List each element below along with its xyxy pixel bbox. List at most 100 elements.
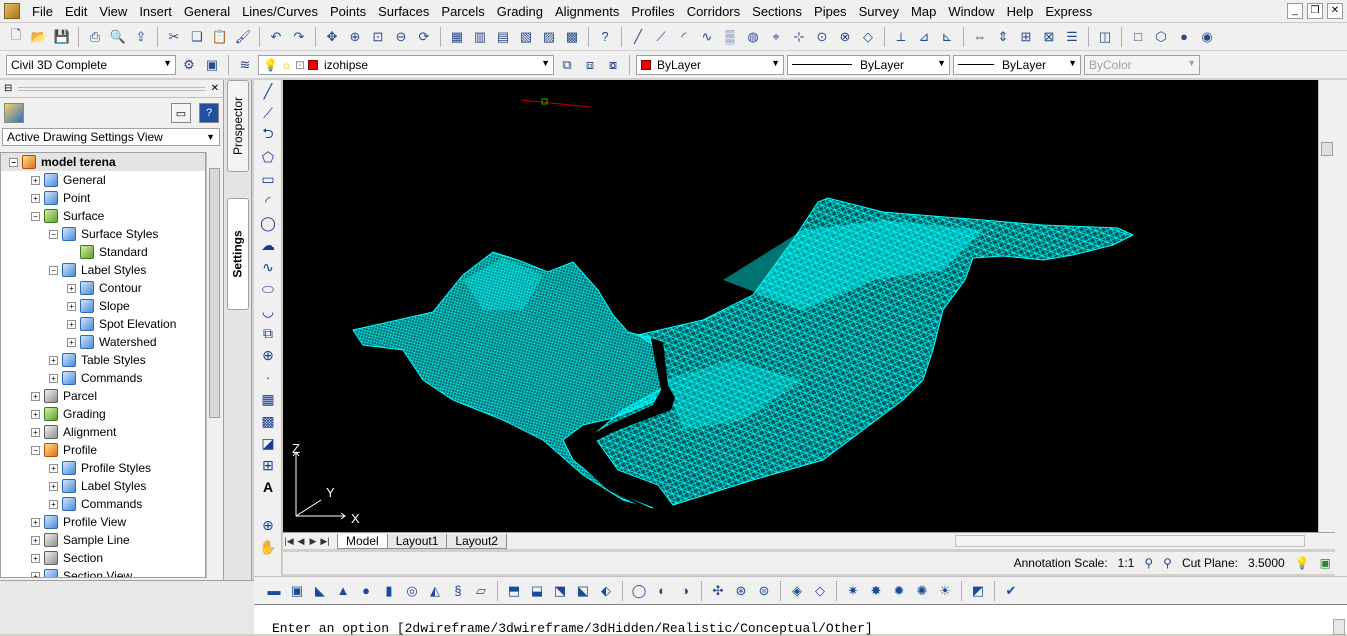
multiline-text-icon[interactable]: A — [257, 476, 279, 498]
menu-parcels[interactable]: Parcels — [435, 0, 490, 23]
expand-icon[interactable]: + — [49, 481, 58, 491]
intersect-icon[interactable]: ◑ — [675, 581, 695, 601]
cone-icon[interactable]: ▲ — [333, 581, 353, 601]
drawing-viewport[interactable]: Z Y X — [283, 80, 1318, 532]
helix-icon[interactable]: § — [448, 581, 468, 601]
expand-icon[interactable]: + — [31, 193, 40, 203]
torus-icon[interactable]: ◎ — [402, 581, 422, 601]
revision-cloud-icon[interactable]: ☁ — [257, 234, 279, 256]
zoom-realtime-icon[interactable]: ⊕ — [345, 27, 365, 47]
menu-pipes[interactable]: Pipes — [808, 0, 853, 23]
menu-view[interactable]: View — [93, 0, 133, 23]
view-top-icon[interactable]: □ — [1128, 27, 1148, 47]
expand-icon[interactable]: + — [31, 517, 40, 527]
dimension-icon[interactable]: ⇔ — [970, 27, 990, 47]
view-select[interactable]: Active Drawing Settings View ▼ — [2, 128, 220, 146]
scroll-thumb[interactable] — [209, 168, 220, 418]
workspace-settings-icon[interactable]: ⚙ — [179, 55, 199, 75]
box-icon[interactable]: ▣ — [287, 581, 307, 601]
snap-center-icon[interactable]: ⊙ — [812, 27, 832, 47]
next-tab-icon[interactable]: ▶ — [307, 536, 319, 547]
toolspace-icon[interactable] — [4, 103, 24, 123]
layer-select[interactable]: 💡 ☼ ⊡ izohipse ▼ — [258, 54, 554, 75]
restore-icon[interactable]: ❐ — [1307, 3, 1323, 19]
make-layer-current-icon[interactable]: ⧉ — [557, 55, 577, 75]
quickcalc-icon[interactable]: ▩ — [562, 27, 582, 47]
panel-grip[interactable] — [18, 86, 205, 91]
paste-icon[interactable]: 📋 — [210, 27, 230, 47]
collapse-icon[interactable]: − — [49, 229, 58, 239]
tab-layout2[interactable]: Layout2 — [446, 533, 508, 549]
line-icon[interactable]: ╱ — [257, 80, 279, 102]
3d-align-icon[interactable]: ⊜ — [754, 581, 774, 601]
tree-item[interactable]: + Profile View — [1, 513, 205, 531]
viewport-hscrollbar[interactable] — [955, 535, 1305, 547]
snap-midpoint-icon[interactable]: ⊹ — [789, 27, 809, 47]
layer-manager-icon[interactable]: ≋ — [235, 55, 255, 75]
region-tool-icon[interactable]: ◍ — [743, 27, 763, 47]
zoom-window-icon[interactable]: ⊡ — [368, 27, 388, 47]
expand-icon[interactable]: + — [31, 427, 40, 437]
polysolid-icon[interactable]: ▬ — [264, 581, 284, 601]
list-icon[interactable]: ☰ — [1062, 27, 1082, 47]
visual-style-icon[interactable]: ● — [1174, 27, 1194, 47]
tree-item[interactable]: + Section — [1, 549, 205, 567]
help-icon[interactable]: ? — [199, 103, 219, 123]
linetype-select[interactable]: ByLayer ▼ — [787, 54, 950, 75]
tree-item[interactable]: − Surface Styles — [1, 225, 205, 243]
construction-line-icon[interactable]: ⟋ — [257, 102, 279, 124]
color-select[interactable]: ByLayer ▼ — [636, 54, 784, 75]
expand-icon[interactable]: + — [49, 463, 58, 473]
layer-previous-icon[interactable]: ⧈ — [580, 55, 600, 75]
copy-icon[interactable]: ❏ — [187, 27, 207, 47]
menu-insert[interactable]: Insert — [133, 0, 178, 23]
materials-icon[interactable]: ◇ — [810, 581, 830, 601]
tree-item[interactable]: + Point — [1, 189, 205, 207]
render-icon[interactable]: ◉ — [1197, 27, 1217, 47]
hatch-tool-icon[interactable]: ▒ — [720, 27, 740, 47]
pyramid-icon[interactable]: ◭ — [425, 581, 445, 601]
tree-item[interactable]: + Contour — [1, 279, 205, 297]
light-list-icon[interactable]: ✺ — [912, 581, 932, 601]
sun-properties-icon[interactable]: ☀ — [935, 581, 955, 601]
tree-item[interactable]: + Sample Line — [1, 531, 205, 549]
markup-icon[interactable]: ▨ — [539, 27, 559, 47]
ucs-nav-icon[interactable]: ⊕ — [257, 514, 279, 536]
3d-rotate-icon[interactable]: ⊛ — [731, 581, 751, 601]
match-properties-icon[interactable]: 🖌 — [233, 27, 253, 47]
menu-sections[interactable]: Sections — [746, 0, 808, 23]
extrude-icon[interactable]: ⬒ — [504, 581, 524, 601]
light-point-icon[interactable]: ✷ — [843, 581, 863, 601]
command-scrollbar[interactable] — [1333, 619, 1345, 635]
open-icon[interactable]: 📂 — [29, 27, 49, 47]
new-icon[interactable]: 🗋 — [6, 27, 26, 47]
menu-lines-curves[interactable]: Lines/Curves — [236, 0, 324, 23]
snap-endpoint-icon[interactable]: ⌖ — [766, 27, 786, 47]
tree-item[interactable]: + Label Styles — [1, 477, 205, 495]
collapse-icon[interactable]: − — [49, 265, 58, 275]
collapse-icon[interactable]: − — [9, 157, 18, 167]
workspace-save-icon[interactable]: ▣ — [202, 55, 222, 75]
tree-item[interactable]: − model terena — [1, 153, 205, 171]
tree-item[interactable]: + Watershed — [1, 333, 205, 351]
sphere-icon[interactable]: ● — [356, 581, 376, 601]
union-icon[interactable]: ◯ — [629, 581, 649, 601]
expand-icon[interactable]: + — [67, 319, 76, 329]
menu-points[interactable]: Points — [324, 0, 372, 23]
collapse-icon[interactable]: − — [31, 445, 40, 455]
viewport-vscrollbar[interactable] — [1318, 80, 1335, 532]
workspace-select[interactable]: Civil 3D Complete ▼ — [6, 54, 176, 75]
menu-general[interactable]: General — [178, 0, 236, 23]
collapse-icon[interactable]: − — [31, 211, 40, 221]
auto-scale-icon[interactable]: ⚲ — [1163, 556, 1172, 570]
circle-icon[interactable]: ◯ — [257, 212, 279, 234]
hatch-icon[interactable]: ▦ — [257, 388, 279, 410]
tree-item[interactable]: + Table Styles — [1, 351, 205, 369]
sheet-set-icon[interactable]: ▧ — [516, 27, 536, 47]
snap-node-icon[interactable]: ⊗ — [835, 27, 855, 47]
tree-item[interactable]: − Label Styles — [1, 261, 205, 279]
tree-item[interactable]: + General — [1, 171, 205, 189]
wedge-icon[interactable]: ◣ — [310, 581, 330, 601]
scroll-thumb[interactable] — [1321, 142, 1333, 156]
tree-item[interactable]: + Slope — [1, 297, 205, 315]
